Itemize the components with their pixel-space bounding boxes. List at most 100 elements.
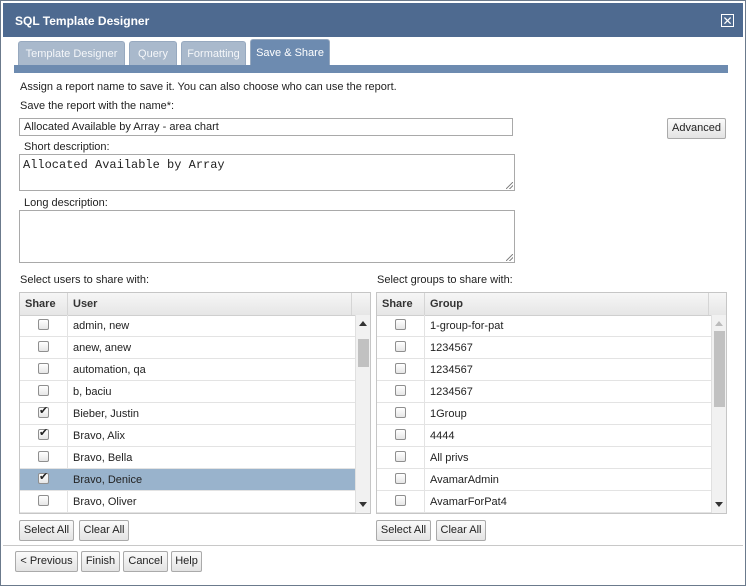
instructions-text: Assign a report name to save it. You can…: [20, 81, 397, 93]
table-row[interactable]: 4444: [377, 425, 712, 447]
table-row[interactable]: 1-group-for-pat: [377, 315, 712, 337]
short-description-field[interactable]: Allocated Available by Array: [19, 154, 515, 191]
table-row[interactable]: AvamarForPat4: [377, 491, 712, 513]
share-checkbox[interactable]: [395, 473, 406, 484]
table-row[interactable]: ✔ Bieber, Justin: [20, 403, 356, 425]
tab-query[interactable]: Query: [129, 41, 177, 65]
resize-grip-icon[interactable]: [506, 182, 513, 189]
table-row[interactable]: Bravo, Oliver: [20, 491, 356, 513]
groups-section-label: Select groups to share with:: [377, 274, 513, 286]
share-checkbox[interactable]: [395, 407, 406, 418]
column-header-share[interactable]: Share: [20, 293, 68, 315]
table-row[interactable]: b, baciu: [20, 381, 356, 403]
groups-select-all-button[interactable]: Select All: [376, 520, 431, 541]
share-checkbox[interactable]: [38, 363, 49, 374]
row-name: b, baciu: [73, 386, 112, 398]
close-icon[interactable]: ✕: [721, 14, 734, 27]
tab-save-share[interactable]: Save & Share: [250, 39, 330, 65]
share-checkbox[interactable]: [395, 341, 406, 352]
short-description-value: Allocated Available by Array: [23, 158, 225, 172]
scroll-down-icon[interactable]: [715, 502, 723, 507]
share-checkbox[interactable]: [38, 385, 49, 396]
short-description-label: Short description:: [24, 141, 110, 153]
table-row[interactable]: admin, new: [20, 315, 356, 337]
groups-scrollbar[interactable]: [711, 315, 726, 513]
row-name: AvamarAdmin: [430, 474, 499, 486]
resize-grip-icon[interactable]: [506, 254, 513, 261]
table-row[interactable]: 1234567: [377, 359, 712, 381]
table-row[interactable]: 1234567: [377, 381, 712, 403]
checkmark-icon: ✔: [39, 427, 49, 439]
tab-template-designer[interactable]: Template Designer: [18, 41, 125, 65]
long-description-field[interactable]: [19, 210, 515, 263]
tab-formatting[interactable]: Formatting: [181, 41, 246, 65]
users-grid: Share User admin, new anew, anew automatio…: [19, 292, 371, 514]
table-row[interactable]: Bravo, Bella: [20, 447, 356, 469]
scroll-down-icon[interactable]: [359, 502, 367, 507]
users-clear-all-button[interactable]: Clear All: [79, 520, 129, 541]
share-checkbox[interactable]: [395, 363, 406, 374]
row-name: 1-group-for-pat: [430, 320, 504, 332]
table-row[interactable]: AvamarAdmin: [377, 469, 712, 491]
share-checkbox[interactable]: [38, 495, 49, 506]
checkmark-icon: ✔: [39, 471, 49, 483]
cancel-button[interactable]: Cancel: [123, 551, 168, 572]
report-name-input[interactable]: Allocated Available by Array - area char…: [19, 118, 513, 136]
footer-divider: [3, 545, 743, 546]
row-name: Bravo, Oliver: [73, 496, 137, 508]
scroll-up-icon[interactable]: [359, 321, 367, 326]
row-name: Bravo, Alix: [73, 430, 125, 442]
row-name: Bieber, Justin: [73, 408, 140, 420]
scroll-up-icon[interactable]: [715, 321, 723, 326]
row-name: 1234567: [430, 364, 473, 376]
scroll-thumb[interactable]: [358, 339, 369, 367]
share-checkbox[interactable]: [395, 451, 406, 462]
share-checkbox[interactable]: [395, 385, 406, 396]
row-name: Bravo, Bella: [73, 452, 133, 464]
share-checkbox[interactable]: ✔: [38, 427, 49, 440]
advanced-button[interactable]: Advanced: [667, 118, 726, 139]
table-row[interactable]: anew, anew: [20, 337, 356, 359]
sql-template-designer-dialog: SQL Template Designer ✕ Template Designe…: [0, 0, 746, 586]
table-row[interactable]: All privs: [377, 447, 712, 469]
column-header-share[interactable]: Share: [377, 293, 425, 315]
row-name: anew, anew: [73, 342, 132, 354]
table-row[interactable]: ✔ Bravo, Alix: [20, 425, 356, 447]
table-row[interactable]: 1Group: [377, 403, 712, 425]
report-name-label: Save the report with the name*:: [20, 100, 175, 112]
share-checkbox[interactable]: [395, 495, 406, 506]
share-checkbox[interactable]: [395, 429, 406, 440]
share-checkbox[interactable]: [395, 319, 406, 330]
report-name-value: Allocated Available by Array - area char…: [24, 121, 219, 133]
groups-grid: Share Group 1-group-for-pat 1234567 123456…: [376, 292, 727, 514]
users-scrollbar[interactable]: [355, 315, 370, 513]
row-name: All privs: [430, 452, 469, 464]
users-grid-header: Share User: [20, 293, 370, 316]
share-checkbox[interactable]: ✔: [38, 471, 49, 484]
share-checkbox[interactable]: ✔: [38, 405, 49, 418]
users-section-label: Select users to share with:: [20, 274, 150, 286]
finish-button[interactable]: Finish: [81, 551, 120, 572]
column-header-group[interactable]: Group: [425, 293, 709, 315]
users-select-all-button[interactable]: Select All: [19, 520, 74, 541]
groups-clear-all-button[interactable]: Clear All: [436, 520, 486, 541]
column-header-user[interactable]: User: [68, 293, 352, 315]
window-title: SQL Template Designer: [15, 14, 150, 28]
share-checkbox[interactable]: [38, 451, 49, 462]
table-row[interactable]: automation, qa: [20, 359, 356, 381]
row-name: AvamarForPat4: [430, 496, 507, 508]
row-name: 1234567: [430, 386, 473, 398]
row-name: 4444: [430, 430, 455, 442]
groups-grid-header: Share Group: [377, 293, 726, 316]
tab-strip: Template Designer Query Formatting Save …: [14, 39, 727, 65]
previous-button[interactable]: < Previous: [15, 551, 78, 572]
scroll-thumb[interactable]: [714, 331, 725, 407]
row-name: automation, qa: [73, 364, 146, 376]
table-row[interactable]: ✔ Bravo, Denice: [20, 469, 356, 491]
table-row[interactable]: 1234567: [377, 337, 712, 359]
help-button[interactable]: Help: [171, 551, 202, 572]
long-description-label: Long description:: [24, 197, 108, 209]
share-checkbox[interactable]: [38, 341, 49, 352]
title-bar[interactable]: SQL Template Designer ✕: [3, 3, 743, 37]
share-checkbox[interactable]: [38, 319, 49, 330]
